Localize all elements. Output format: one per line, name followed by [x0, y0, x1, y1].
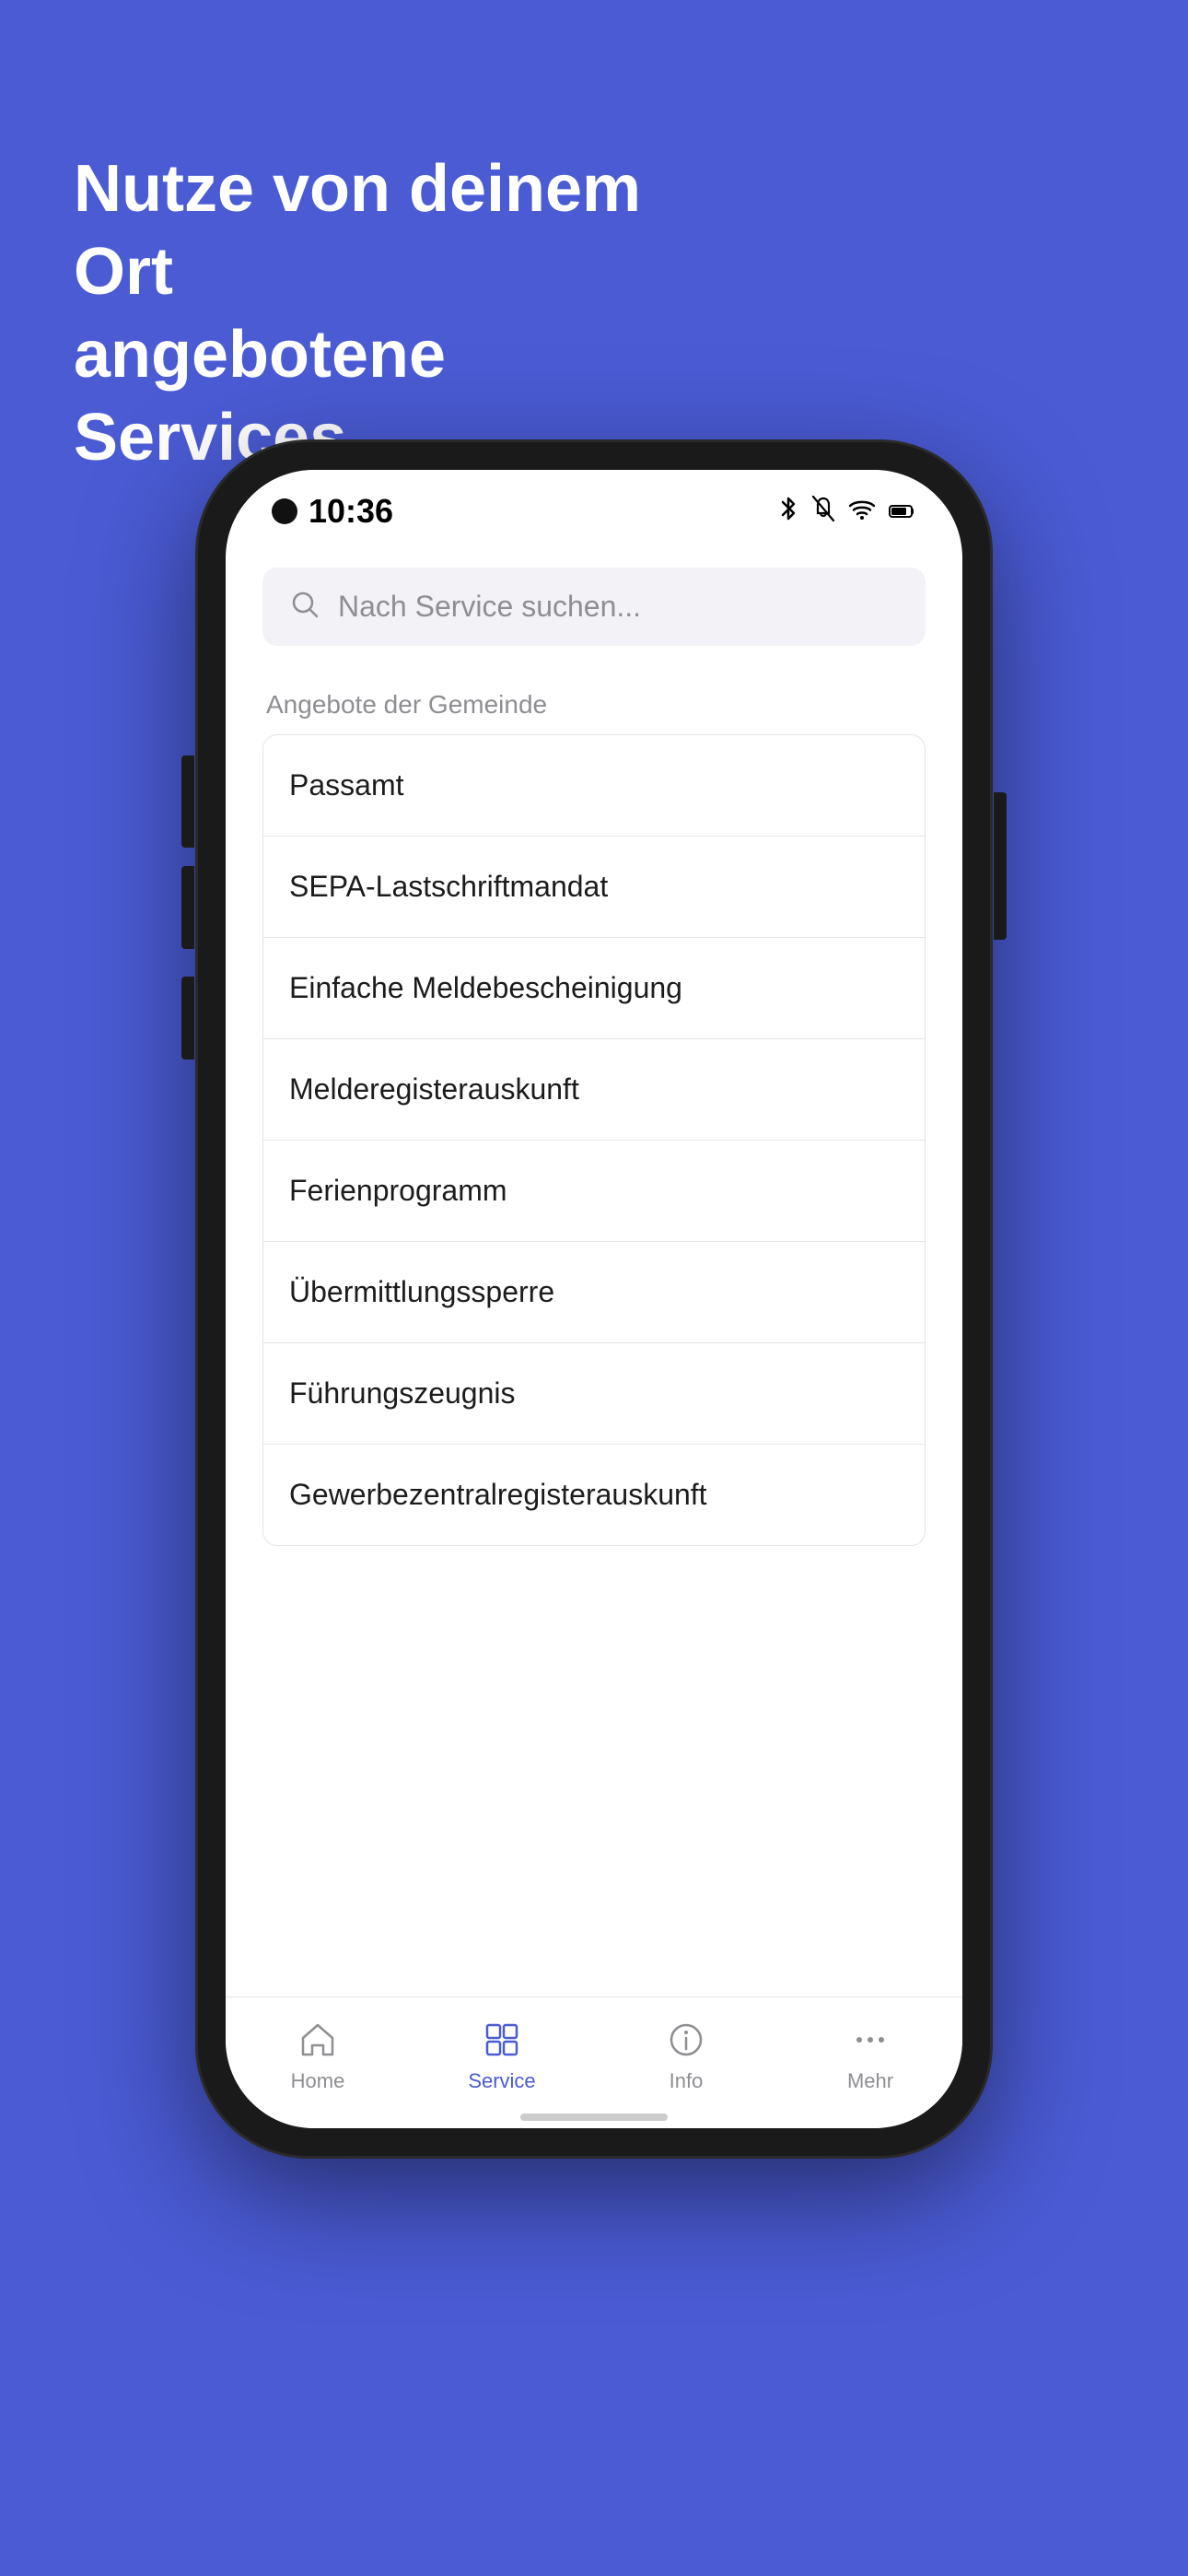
status-time: 10:36 [272, 492, 393, 531]
list-item[interactable]: Passamt [263, 735, 925, 837]
nav-label-info: Info [670, 2069, 704, 2093]
battery-icon [889, 497, 916, 526]
headline: Nutze von deinem Ort angebotene Services [74, 147, 718, 479]
section-header: Angebote der Gemeinde [262, 690, 926, 720]
list-item[interactable]: Einfache Meldebescheinigung [263, 938, 925, 1039]
home-nav-icon [294, 2016, 342, 2064]
wifi-icon [848, 497, 876, 526]
nav-item-mehr[interactable]: Mehr [815, 2016, 926, 2093]
status-icons [778, 495, 916, 529]
bluetooth-icon [778, 495, 798, 529]
search-bar[interactable]: Nach Service suchen... [262, 568, 926, 646]
page-background: Nutze von deinem Ort angebotene Services… [0, 0, 1188, 2576]
service-nav-icon [478, 2016, 526, 2064]
info-nav-icon [662, 2016, 710, 2064]
list-item[interactable]: Ferienprogramm [263, 1141, 925, 1242]
service-list: Passamt SEPA-Lastschriftmandat Einfache … [262, 734, 926, 1546]
home-indicator [226, 2106, 962, 2128]
list-item[interactable]: SEPA-Lastschriftmandat [263, 837, 925, 938]
nav-label-mehr: Mehr [847, 2069, 893, 2093]
camera-dot [272, 498, 297, 524]
search-icon [288, 588, 321, 626]
phone-screen: 10:36 [226, 470, 962, 2128]
status-bar: 10:36 [226, 470, 962, 540]
time-display: 10:36 [309, 492, 393, 531]
phone-container: 10:36 [198, 442, 990, 2156]
home-bar [520, 2113, 668, 2121]
list-item[interactable]: Melderegisterauskunft [263, 1039, 925, 1141]
volume-down-button [181, 977, 194, 1060]
search-placeholder: Nach Service suchen... [338, 590, 641, 624]
nav-item-info[interactable]: Info [631, 2016, 741, 2093]
nav-item-service[interactable]: Service [447, 2016, 557, 2093]
headline-line1: Nutze von deinem Ort [74, 152, 641, 309]
app-content: Nach Service suchen... Angebote der Geme… [226, 540, 962, 1996]
list-item[interactable]: Führungszeugnis [263, 1343, 925, 1445]
nav-label-home: Home [291, 2069, 345, 2093]
nav-label-service: Service [468, 2069, 535, 2093]
list-item[interactable]: Übermittlungssperre [263, 1242, 925, 1343]
bottom-nav: Home Service [226, 1996, 962, 2106]
mehr-nav-icon [846, 2016, 894, 2064]
volume-up-button [181, 866, 194, 949]
list-item[interactable]: Gewerbezentralregisterauskunft [263, 1445, 925, 1545]
nav-item-home[interactable]: Home [262, 2016, 373, 2093]
phone-shell: 10:36 [198, 442, 990, 2156]
notification-off-icon [811, 495, 835, 529]
